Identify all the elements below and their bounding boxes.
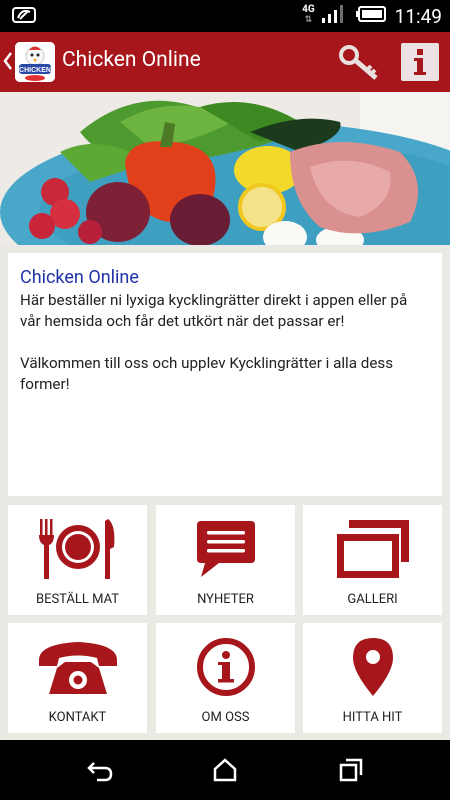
app-title: Chicken Online xyxy=(62,48,201,72)
tile-label: OM OSS xyxy=(201,710,250,725)
map-pin-icon xyxy=(352,638,393,696)
info-circle-icon xyxy=(196,638,255,696)
tile-label: NYHETER xyxy=(197,592,254,607)
back-chevron-icon[interactable] xyxy=(3,50,13,76)
info-icon xyxy=(414,49,426,75)
info-button[interactable] xyxy=(401,43,439,81)
hero-image xyxy=(0,92,450,245)
card-title[interactable]: Chicken Online xyxy=(20,267,430,288)
notification-icon xyxy=(12,6,36,28)
svg-text:CHICKEN: CHICKEN xyxy=(19,67,51,74)
action-bar: CHICKEN Chicken Online xyxy=(0,32,450,92)
info-card: Chicken Online Här beställer ni lyxiga k… xyxy=(8,253,442,496)
status-bar: 4G ⇅ 11:49 xyxy=(0,0,450,32)
tile-gallery[interactable]: GALLERI xyxy=(303,505,442,615)
app-logo[interactable]: CHICKEN xyxy=(15,42,55,82)
back-icon[interactable] xyxy=(85,755,115,785)
tile-news[interactable]: NYHETER xyxy=(156,505,295,615)
tile-about[interactable]: OM OSS xyxy=(156,623,295,733)
network-indicator: 4G ⇅ xyxy=(302,4,315,26)
battery-icon xyxy=(355,5,387,27)
tile-contact[interactable]: KONTAKT xyxy=(8,623,147,733)
signal-icon xyxy=(321,4,345,28)
tile-label: HITTA HIT xyxy=(342,710,403,725)
key-icon[interactable] xyxy=(338,42,382,82)
speech-bubble-icon xyxy=(196,521,255,577)
navigation-bar xyxy=(0,740,450,800)
tile-label: BESTÄLL MAT xyxy=(35,592,120,607)
gallery-icon xyxy=(336,520,409,578)
tile-find-us[interactable]: HITTA HIT xyxy=(303,623,442,733)
recent-apps-icon[interactable] xyxy=(336,755,366,785)
home-icon[interactable] xyxy=(210,755,240,785)
card-text: Här beställer ni lyxiga kycklingrätter d… xyxy=(20,290,430,395)
tile-label: KONTAKT xyxy=(48,710,107,725)
card-paragraph-1: Här beställer ni lyxiga kycklingrätter d… xyxy=(20,291,408,330)
clock: 11:49 xyxy=(394,4,442,28)
tile-label: GALLERI xyxy=(347,592,398,607)
phone-icon xyxy=(38,642,117,694)
card-paragraph-2: Välkommen till oss och upplev Kycklingrä… xyxy=(20,354,394,393)
plate-cutlery-icon xyxy=(38,519,114,579)
tile-order-food[interactable]: BESTÄLL MAT xyxy=(8,505,147,615)
